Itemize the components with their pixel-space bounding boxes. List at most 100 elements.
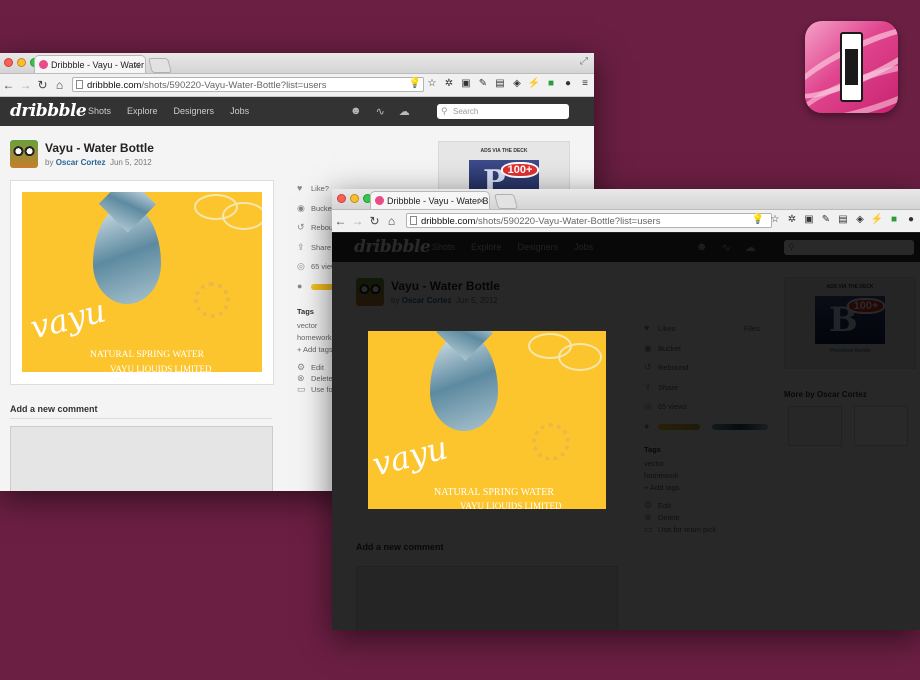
ad-box[interactable]: ADS VIA THE DECK B 100+ Photoshop Bundle <box>784 277 916 369</box>
app-icon[interactable] <box>805 21 898 113</box>
extension-icons: 💡 ☆ ✲ ▣ ✎ ▤ ◈ ⚡ ■ ● <box>751 213 918 227</box>
bolt-icon[interactable]: ⚡ <box>870 213 884 227</box>
activity-icon[interactable]: ∿ <box>376 105 385 118</box>
nav-designers[interactable]: Designers <box>174 106 215 116</box>
tags-heading: Tags <box>644 445 661 454</box>
wrench-icon[interactable]: ✎ <box>819 213 833 227</box>
share-action[interactable]: ⇪ Share <box>644 381 784 403</box>
ad-image[interactable]: B 100+ <box>815 296 885 344</box>
edit-action[interactable]: ⚙ Edit <box>644 500 784 513</box>
shot-image[interactable]: vayu NATURAL SPRING WATER VAYU LIQUIDS L… <box>368 331 606 509</box>
user-avatar-icon[interactable]: ☻ <box>350 105 362 118</box>
bucket-icon: ◉ <box>644 342 652 353</box>
settings-icon[interactable]: ✲ <box>785 213 799 227</box>
shot-byline: by Oscar Cortez Jun 5, 2012 <box>45 158 152 167</box>
upload-cloud-icon[interactable]: ☁ <box>399 105 410 118</box>
pocket-icon[interactable]: ◈ <box>853 213 867 227</box>
user-avatar-icon[interactable]: ☻ <box>696 241 708 254</box>
nav-icons: ☻ ∿ ☁ <box>350 105 410 118</box>
settings-icon[interactable]: ✲ <box>442 77 456 91</box>
nav-jobs[interactable]: Jobs <box>574 242 593 252</box>
more-shot-thumb[interactable] <box>788 406 842 446</box>
home-icon[interactable]: ⌂ <box>383 214 400 228</box>
search-placeholder: Search <box>453 107 479 116</box>
author-link[interactable]: Oscar Cortez <box>402 296 452 305</box>
wrench-icon[interactable]: ✎ <box>476 77 490 91</box>
delete-action[interactable]: ⊗ Delete <box>644 512 784 525</box>
dribbble-logo[interactable]: dribbble <box>354 237 431 257</box>
close-window-button[interactable] <box>4 58 13 67</box>
bucket-action[interactable]: ◉ Bucket <box>644 342 784 364</box>
close-tab-icon[interactable]: ✕ <box>133 56 141 73</box>
tag-item[interactable]: vector <box>644 459 784 471</box>
menu-icon[interactable]: ≡ <box>578 77 592 91</box>
reload-icon[interactable]: ↻ <box>366 214 383 228</box>
avatar[interactable] <box>10 140 38 168</box>
bolt-icon[interactable]: ⚡ <box>527 77 541 91</box>
extension-icon[interactable]: ▤ <box>836 213 850 227</box>
activity-icon[interactable]: ∿ <box>722 241 731 254</box>
close-window-button[interactable] <box>337 194 346 203</box>
more-shot-thumb[interactable] <box>854 406 908 446</box>
eye-icon: ◎ <box>297 261 305 271</box>
browser-tab[interactable]: Dribbble - Vayu - Water B ✕ <box>370 191 490 209</box>
rebound-action[interactable]: ↺ Rebound <box>644 362 784 383</box>
star-icon[interactable]: ☆ <box>768 213 782 227</box>
lightbulb-icon[interactable]: 💡 <box>408 77 422 91</box>
ad-heading: ADS VIA THE DECK <box>480 148 528 154</box>
forward-icon[interactable]: → <box>17 78 34 92</box>
nav-explore[interactable]: Explore <box>127 106 158 116</box>
comment-heading: Add a new comment <box>10 404 98 414</box>
star-icon[interactable]: ☆ <box>425 77 439 91</box>
comment-textarea[interactable] <box>10 426 273 491</box>
upload-cloud-icon[interactable]: ☁ <box>745 241 756 254</box>
use-for-action[interactable]: ▭ Use for team pick <box>644 524 784 537</box>
search-input[interactable]: ⚲ Search <box>437 104 569 119</box>
monitor-icon: ▭ <box>644 524 653 534</box>
dribbble-favicon-icon <box>375 196 384 205</box>
nav-shots[interactable]: Shots <box>88 106 111 116</box>
new-tab-button[interactable] <box>147 58 173 73</box>
share-icon: ⇪ <box>644 381 652 392</box>
pocket-icon[interactable]: ◈ <box>510 77 524 91</box>
address-bar[interactable]: dribbble.com/shots/590220-Vayu-Water-Bot… <box>72 77 424 92</box>
reload-icon[interactable]: ↻ <box>34 78 51 92</box>
close-tab-icon[interactable]: ✕ <box>477 192 485 209</box>
address-bar[interactable]: dribbble.com/shots/590220-Vayu-Water-Bot… <box>406 213 772 228</box>
shot-image[interactable]: vayu NATURAL SPRING WATER VAYU LIQUIDS L… <box>22 192 262 372</box>
extension-icon[interactable]: ■ <box>887 213 901 227</box>
palette-swatch[interactable] <box>658 423 700 430</box>
palette-swatch[interactable] <box>712 423 768 430</box>
nav-jobs[interactable]: Jobs <box>230 106 249 116</box>
back-icon[interactable]: ← <box>0 78 17 92</box>
extension-icon[interactable]: ▣ <box>459 77 473 91</box>
tag-item[interactable]: homework <box>644 471 784 483</box>
lightbulb-icon[interactable]: 💡 <box>751 213 765 227</box>
minimize-window-button[interactable] <box>350 194 359 203</box>
nav-explore[interactable]: Explore <box>471 242 502 252</box>
nav-designers[interactable]: Designers <box>518 242 559 252</box>
home-icon[interactable]: ⌂ <box>51 78 68 92</box>
forward-icon[interactable]: → <box>349 214 366 228</box>
author-link[interactable]: Oscar Cortez <box>56 158 106 167</box>
nav-shots[interactable]: Shots <box>432 242 455 252</box>
back-icon[interactable]: ← <box>332 214 349 228</box>
extension-icon[interactable]: ■ <box>544 77 558 91</box>
extension-icon[interactable]: ▤ <box>493 77 507 91</box>
extension-icon[interactable]: ● <box>904 213 918 227</box>
search-input[interactable]: ⚲ <box>784 240 914 255</box>
comment-textarea[interactable] <box>356 566 618 630</box>
fullscreen-icon[interactable]: ⤢ <box>580 56 588 67</box>
extension-icon[interactable]: ● <box>561 77 575 91</box>
dribbble-logo[interactable]: dribbble <box>10 101 87 121</box>
views-label: 65 views <box>658 402 688 411</box>
extension-icon[interactable]: ▣ <box>802 213 816 227</box>
browser-tab[interactable]: Dribbble - Vayu - Water Bo ✕ <box>34 55 146 73</box>
minimize-window-button[interactable] <box>17 58 26 67</box>
avatar[interactable] <box>356 278 384 306</box>
ad-caption[interactable]: Photoshop Bundle <box>785 348 915 354</box>
like-action[interactable]: ♥ Likes Files <box>644 323 784 344</box>
search-icon: ⚲ <box>441 106 448 116</box>
new-tab-button[interactable] <box>493 194 519 209</box>
add-tags-link[interactable]: + Add tags <box>644 483 784 501</box>
